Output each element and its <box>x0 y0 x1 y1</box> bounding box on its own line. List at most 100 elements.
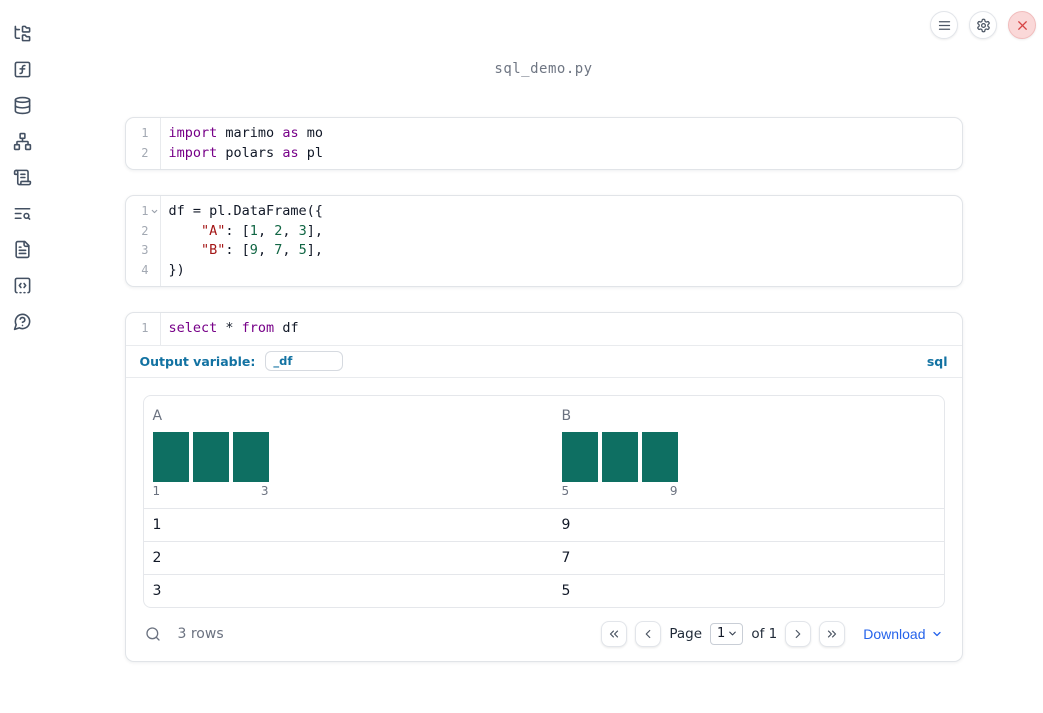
code-line: 1 import marimo as mo <box>126 124 962 144</box>
output-variable-input[interactable] <box>265 351 344 371</box>
code-text: import polars as pl <box>160 144 323 164</box>
table-cell: 7 <box>561 549 571 566</box>
histogram-bar <box>152 431 189 482</box>
previous-page-button[interactable] <box>635 620 662 647</box>
histogram-bar <box>561 431 598 482</box>
file-text-icon[interactable] <box>4 231 40 267</box>
code-token: ], <box>306 242 324 258</box>
code-editor[interactable]: 1 df = pl.DataFrame({ 2 "A": [1, 2, 3], 3 "… <box>126 196 962 286</box>
column-histogram <box>561 431 944 482</box>
code-token: df <box>274 320 299 336</box>
code-token: df = pl.DataFrame({ <box>168 203 323 219</box>
histogram-axis-label: 1 <box>152 483 161 498</box>
folder-tree-icon[interactable] <box>4 15 40 51</box>
language-badge[interactable]: sql <box>927 354 948 369</box>
column-header-label: A <box>152 407 163 424</box>
table-row[interactable]: 27 <box>143 540 944 574</box>
code-token: 5 <box>298 242 307 258</box>
line-number: 1 <box>141 126 149 140</box>
line-number: 2 <box>141 223 149 238</box>
histogram-bar <box>232 431 269 482</box>
line-number-gutter: 1 <box>126 319 160 339</box>
code-token: 1 <box>249 222 258 239</box>
code-token: pl <box>298 144 323 161</box>
code-token: : [ <box>225 222 250 239</box>
scroll-text-icon[interactable] <box>4 159 40 195</box>
code-line: 1 select * from df <box>126 319 962 339</box>
code-line: 3 "B": [9, 7, 5], <box>126 241 962 261</box>
line-number-gutter: 2 <box>126 222 160 242</box>
code-token: : [ <box>225 242 250 258</box>
column-header[interactable]: A 1 3 <box>144 396 553 508</box>
code-token: as <box>282 144 299 161</box>
code-text: select * from df <box>160 319 299 339</box>
line-number-gutter: 2 <box>126 144 160 164</box>
table-body: 192735 <box>143 507 944 607</box>
line-number: 1 <box>141 204 149 218</box>
code-token: ], <box>306 222 324 239</box>
chevron-down-icon <box>932 631 941 636</box>
chevron-down-icon <box>729 631 737 636</box>
code-text: "A": [1, 2, 3], <box>160 222 324 242</box>
text-search-icon[interactable] <box>4 195 40 231</box>
table-row[interactable]: 35 <box>143 573 944 607</box>
code-line: 2 "A": [1, 2, 3], <box>126 222 962 242</box>
line-number: 4 <box>141 262 149 277</box>
download-label: Download <box>863 625 926 642</box>
last-page-button[interactable] <box>819 620 846 647</box>
code-token: , <box>257 222 275 239</box>
column-header[interactable]: B59 <box>553 396 944 508</box>
notebook-filename[interactable]: sql_demo.py <box>125 61 963 77</box>
sql-cell: 1 select * from df Output variable: sql A… <box>124 312 963 662</box>
code-token: , <box>257 242 275 258</box>
code-snippet-icon[interactable] <box>4 267 40 303</box>
table-cell: 9 <box>561 516 571 533</box>
code-line: 2 import polars as pl <box>126 144 962 164</box>
function-square-icon[interactable] <box>4 51 40 87</box>
code-token: , <box>282 222 299 239</box>
code-line: 4}) <box>126 261 962 281</box>
page-label: Page <box>669 625 703 642</box>
first-page-button[interactable] <box>601 620 628 647</box>
histogram-bar <box>192 431 229 482</box>
next-page-button[interactable] <box>785 620 812 647</box>
code-editor[interactable]: 1 import marimo as mo 2 import polars as pl <box>126 118 962 169</box>
table-header-row: A 1 3 B59 <box>144 396 944 508</box>
histogram-bar <box>601 431 638 482</box>
code-text: }) <box>160 261 185 281</box>
page-select[interactable]: 1 <box>710 622 744 645</box>
code-token: , <box>282 242 299 258</box>
sql-code-editor[interactable]: 1 select * from df <box>125 313 962 346</box>
histogram-axis-label: 3 <box>260 483 269 498</box>
histogram-axis: 59 <box>562 484 678 498</box>
code-token: import <box>168 125 218 141</box>
notebook-main: sql_demo.py 1 import marimo as mo 2 import … <box>44 0 1043 713</box>
search-icon[interactable] <box>145 626 161 642</box>
code-token: as <box>282 125 299 141</box>
code-token: from <box>241 320 275 336</box>
histogram-bar <box>641 431 678 482</box>
code-text: import marimo as mo <box>160 124 323 144</box>
line-number: 1 <box>141 321 149 335</box>
row-count: 3 rows <box>177 625 224 642</box>
code-text: df = pl.DataFrame({ <box>160 202 323 222</box>
line-number-gutter: 4 <box>126 261 160 281</box>
table-cell: 2 <box>152 549 162 566</box>
page-of-label: of 1 <box>751 625 778 642</box>
marimo-app: sql_demo.py 1 import marimo as mo 2 import … <box>0 0 1043 713</box>
network-graph-icon[interactable] <box>4 123 40 159</box>
helper-sidebar <box>0 0 44 713</box>
help-bubble-icon[interactable] <box>4 303 40 339</box>
fold-chevron-icon[interactable] <box>150 207 159 216</box>
line-number-gutter: 1 <box>126 202 160 222</box>
code-token: select <box>168 320 218 336</box>
code-token: mo <box>298 125 323 141</box>
code-token: }) <box>168 261 185 278</box>
line-number: 3 <box>141 243 149 257</box>
code-token: import <box>168 144 218 161</box>
table-row[interactable]: 19 <box>143 507 944 541</box>
code-token: 9 <box>249 242 258 258</box>
download-button[interactable]: Download <box>863 626 942 642</box>
database-icon[interactable] <box>4 87 40 123</box>
